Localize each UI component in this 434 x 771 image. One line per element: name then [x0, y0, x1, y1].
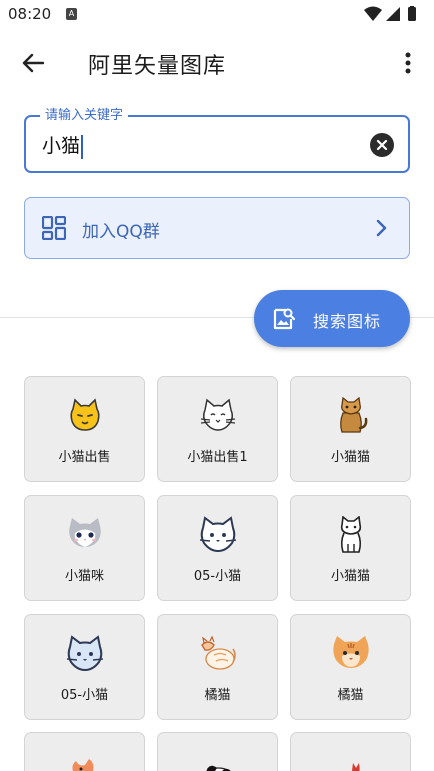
icon-result-item[interactable]: 橘猫	[290, 614, 411, 720]
image-search-icon	[273, 308, 295, 330]
outline-cat-face-icon	[200, 398, 236, 431]
more-options-button[interactable]	[396, 46, 420, 80]
orange-tabby-cat-face-icon	[333, 636, 369, 668]
icon-result-label: 05-小猫	[193, 569, 242, 584]
icon-result-label: 小猫出售1	[187, 450, 248, 465]
arrow-left-icon	[22, 53, 44, 73]
chevron-right-icon	[376, 219, 387, 237]
icon-result-item[interactable]: 橘猫	[157, 614, 278, 720]
icon-result-item[interactable]	[157, 732, 278, 771]
icon-result-item[interactable]: 小猫出售1	[157, 376, 278, 482]
search-icons-fab[interactable]: 搜索图标	[254, 290, 410, 347]
app-bar: 阿里矢量图库	[0, 34, 434, 92]
notification-badge-icon: A	[66, 8, 77, 20]
icon-result-label: 小猫猫	[330, 569, 370, 584]
icon-result-item[interactable]: 小猫咪	[24, 495, 145, 601]
more-vertical-icon	[405, 52, 411, 74]
blue-cat-face-icon	[66, 635, 104, 672]
back-button[interactable]	[16, 46, 50, 80]
join-qq-group-button[interactable]: 加入QQ群	[24, 197, 410, 259]
orange-cat-icon	[72, 759, 94, 771]
page-title: 阿里矢量图库	[88, 54, 227, 79]
icon-result-item[interactable]	[290, 732, 411, 771]
icon-result-item[interactable]: 小猫出售	[24, 376, 145, 482]
sitting-cat-line-icon	[340, 516, 362, 553]
line-cat-face-icon	[199, 516, 237, 553]
icon-result-label: 小猫出售	[58, 450, 111, 465]
brown-sitting-cat-icon	[340, 397, 368, 433]
join-qq-group-label: 加入QQ群	[82, 222, 160, 242]
search-input-text: 小猫	[42, 135, 81, 157]
text-caret	[81, 134, 84, 159]
grey-white-cat-face-icon	[69, 518, 101, 547]
black-white-cat-icon	[205, 765, 231, 771]
icon-result-label: 05-小猫	[60, 688, 109, 703]
dashboard-grid-icon	[42, 216, 66, 240]
icon-result-item[interactable]: 05-小猫	[24, 614, 145, 720]
clear-search-button[interactable]	[370, 133, 394, 157]
icon-result-item[interactable]	[24, 732, 145, 771]
wifi-signal-battery-icon	[364, 6, 416, 21]
search-icons-label: 搜索图标	[313, 312, 382, 331]
icon-result-item[interactable]: 小猫猫	[290, 376, 411, 482]
icon-result-label: 橘猫	[204, 688, 231, 703]
close-icon	[376, 139, 388, 151]
status-bar: 08:20 A	[0, 0, 434, 30]
status-time: 08:20	[8, 5, 52, 23]
search-input[interactable]: 小猫	[42, 131, 342, 159]
search-field[interactable]: 请输入关键字 小猫	[24, 108, 410, 173]
search-field-legend: 请输入关键字	[40, 108, 129, 124]
icon-result-item[interactable]: 05-小猫	[157, 495, 278, 601]
icon-result-label: 橘猫	[337, 688, 364, 703]
sketch-orange-cat-icon	[201, 635, 236, 670]
red-cat-icon	[352, 763, 360, 771]
icon-result-item[interactable]: 小猫猫	[290, 495, 411, 601]
icon-result-label: 小猫咪	[64, 569, 104, 584]
icon-result-label: 小猫猫	[330, 450, 370, 465]
yellow-cat-face-icon	[70, 398, 100, 431]
